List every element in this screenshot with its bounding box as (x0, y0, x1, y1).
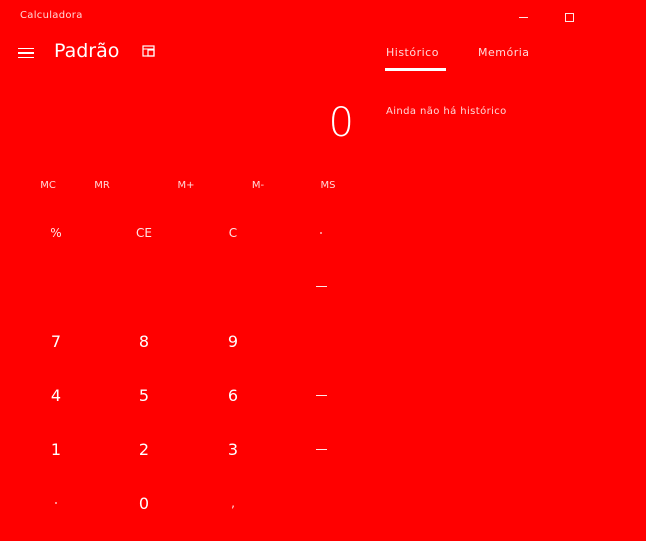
memory-add-button[interactable]: M+ (166, 180, 206, 191)
memory-clear-button[interactable]: MC (28, 180, 68, 191)
minus-icon (315, 394, 327, 396)
digit-7-button[interactable]: 7 (16, 316, 96, 366)
digit-8-button[interactable]: 8 (104, 316, 184, 366)
digit-9-button[interactable]: 9 (193, 316, 273, 366)
square-root-button[interactable] (193, 261, 273, 311)
percent-button[interactable]: % (16, 208, 96, 258)
divide-button[interactable] (281, 261, 361, 311)
digit-3-button[interactable]: 3 (193, 424, 273, 474)
digit-4-button[interactable]: 4 (16, 370, 96, 420)
memory-store-button[interactable]: MS (308, 180, 348, 191)
clear-entry-button[interactable]: CE (104, 208, 184, 258)
maximize-icon (564, 12, 574, 22)
minimize-button[interactable] (512, 8, 534, 26)
hamburger-icon (18, 47, 34, 50)
subtract-button[interactable] (281, 370, 361, 420)
result-display: 0 (328, 100, 354, 146)
equals-button[interactable] (281, 478, 361, 528)
history-empty-message: Ainda não há histórico (386, 106, 507, 117)
decimal-button[interactable]: , (193, 478, 273, 528)
plus-icon (315, 448, 327, 450)
memory-subtract-button[interactable]: M- (238, 180, 278, 191)
keep-on-top-button[interactable] (140, 44, 158, 60)
digit-6-button[interactable]: 6 (193, 370, 273, 420)
negate-button[interactable] (16, 478, 96, 528)
backspace-icon (320, 232, 322, 234)
digit-1-button[interactable]: 1 (16, 424, 96, 474)
square-button[interactable] (104, 261, 184, 311)
minimize-icon (518, 16, 528, 18)
tab-history[interactable]: Histórico (386, 46, 439, 59)
keep-on-top-icon (142, 45, 155, 57)
clear-button[interactable]: C (193, 208, 273, 258)
digit-5-button[interactable]: 5 (104, 370, 184, 420)
tab-memory[interactable]: Memória (478, 46, 530, 59)
mode-title: Padrão (54, 40, 120, 62)
digit-0-button[interactable]: 0 (104, 478, 184, 528)
reciprocal-button[interactable] (16, 261, 96, 311)
maximize-button[interactable] (558, 8, 580, 26)
window-title: Calculadora (20, 10, 83, 21)
multiply-button[interactable] (281, 316, 361, 366)
active-tab-indicator (385, 68, 446, 71)
digit-2-button[interactable]: 2 (104, 424, 184, 474)
divide-icon (315, 285, 327, 287)
menu-button[interactable] (18, 44, 38, 62)
backspace-button[interactable] (281, 208, 361, 258)
add-button[interactable] (281, 424, 361, 474)
plus-minus-icon (55, 502, 57, 504)
memory-recall-button[interactable]: MR (82, 180, 122, 191)
